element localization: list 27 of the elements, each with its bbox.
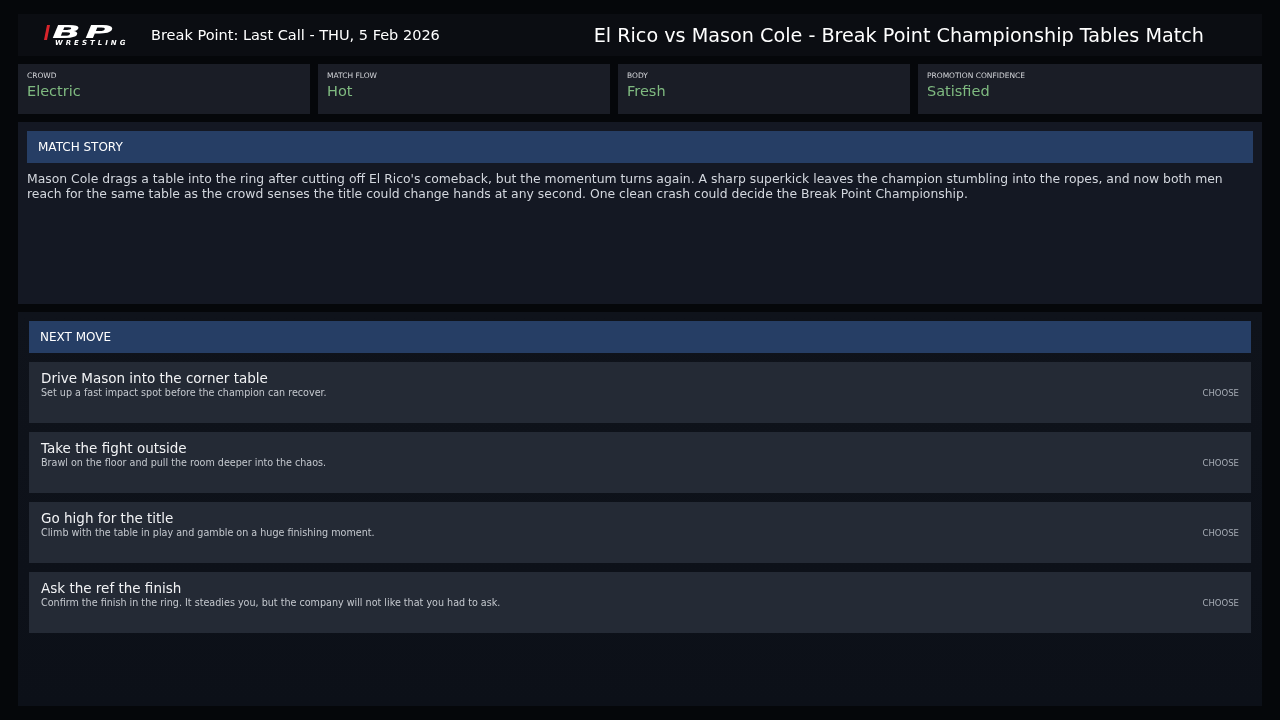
- logo-slash-icon: [44, 24, 50, 40]
- move-title: Ask the ref the finish: [41, 580, 182, 596]
- move-description: Climb with the table in play and gamble on a huge finishing moment.: [41, 526, 375, 539]
- match-title: El Rico vs Mason Cole - Break Point Championship Tables Match: [593, 23, 1204, 47]
- move-option-card[interactable]: Drive Mason into the corner table Set up a fast impact spot before the champion can recover. CHOOSE: [29, 362, 1251, 423]
- panel-heading: NEXT MOVE: [29, 321, 1251, 353]
- choose-button[interactable]: CHOOSE: [1202, 597, 1239, 608]
- move-option-card[interactable]: Go high for the title Climb with the table in play and gamble on a huge finishing moment. CHOOSE: [29, 502, 1251, 563]
- move-description: Confirm the finish in the ring. It steadies you, but the company will not like that you had to ask.: [41, 596, 501, 609]
- move-option-card[interactable]: Ask the ref the finish Confirm the finish in the ring. It steadies you, but the company will not like that you had to ask. CHOOSE: [29, 572, 1251, 633]
- move-option-card[interactable]: Take the fight outside Brawl on the floor and pull the room deeper into the chaos. CHOOSE: [29, 432, 1251, 493]
- logo-text: BP: [52, 23, 117, 39]
- story-text: Mason Cole drags a table into the ring after cutting off El Rico's comeback, but the momentum turns again. A sharp superkick leaves the champion stumbling into the ropes, and now both men reach for the same table as the crowd senses the title could change hands at any second. One clean crash could decide the Break Point Championship.: [27, 171, 1224, 201]
- panel-heading: MATCH STORY: [27, 131, 1253, 163]
- stat-value: Hot: [327, 82, 353, 101]
- move-description: Brawl on the floor and pull the room deeper into the chaos.: [41, 456, 327, 469]
- move-title: Drive Mason into the corner table: [41, 370, 268, 386]
- choose-button[interactable]: CHOOSE: [1202, 527, 1239, 538]
- choose-button[interactable]: CHOOSE: [1202, 387, 1239, 398]
- stat-value: Fresh: [627, 82, 666, 101]
- event-title: Break Point: Last Call - THU, 5 Feb 2026: [151, 27, 440, 43]
- choose-button[interactable]: CHOOSE: [1202, 457, 1239, 468]
- stat-value: Satisfied: [927, 82, 990, 101]
- move-title: Go high for the title: [41, 510, 174, 526]
- move-title: Take the fight outside: [41, 440, 187, 456]
- move-description: Set up a fast impact spot before the champion can recover.: [41, 386, 327, 399]
- stat-value: Electric: [27, 82, 81, 101]
